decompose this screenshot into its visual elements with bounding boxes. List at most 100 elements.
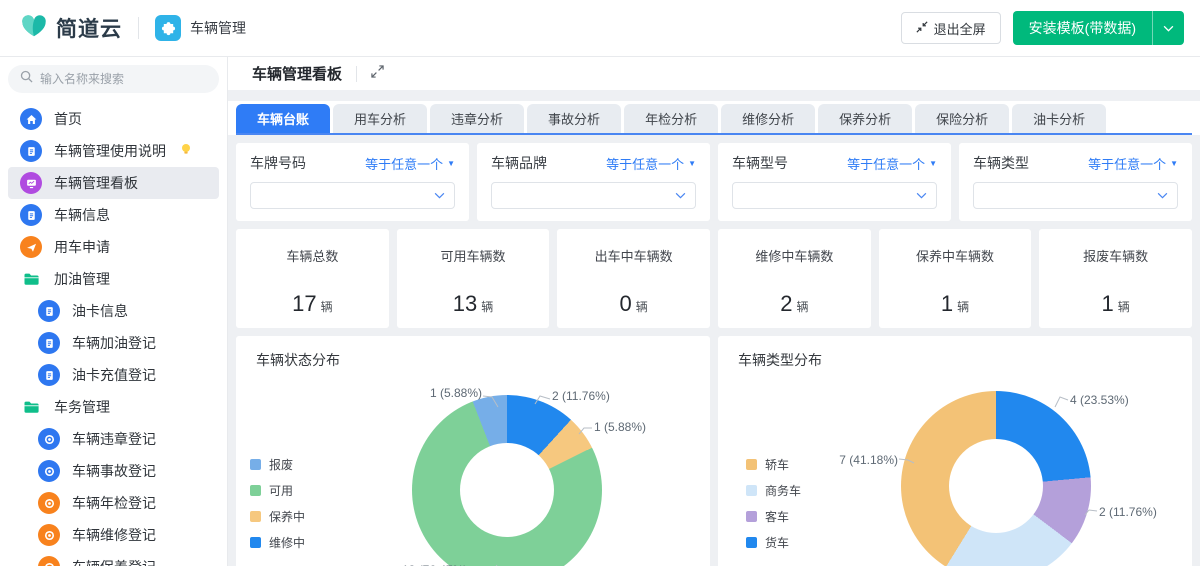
legend-swatch: [746, 485, 757, 496]
slice-label-scrapped: 1 (5.88%): [429, 386, 482, 400]
tab-repair-analysis[interactable]: 维修分析: [721, 104, 816, 133]
document-icon: [38, 332, 60, 354]
tab-accident-analysis[interactable]: 事故分析: [527, 104, 622, 133]
sidebar-item-dashboard[interactable]: 车辆管理看板: [8, 167, 219, 199]
filter-operator-dropdown[interactable]: 等于任意一个 ▼: [1088, 154, 1178, 173]
sidebar-group-label: 车务管理: [54, 399, 110, 415]
chevron-down-icon: [1163, 25, 1174, 32]
tab-insurance-analysis[interactable]: 保险分析: [915, 104, 1010, 133]
sidebar-item-accident-record[interactable]: 车辆事故登记: [8, 455, 219, 487]
title-divider: [356, 65, 358, 82]
donut-chart[interactable]: [901, 391, 1091, 566]
exit-fullscreen-button[interactable]: 退出全屏: [900, 12, 1001, 44]
sidebar-item-violation-record[interactable]: 车辆违章登记: [8, 423, 219, 455]
sidebar-item-repair-record[interactable]: 车辆维修登记: [8, 519, 219, 551]
stat-label: 报废车辆数: [1083, 249, 1149, 264]
filter-operator-dropdown[interactable]: 等于任意一个 ▼: [365, 154, 455, 173]
tab-usage-analysis[interactable]: 用车分析: [333, 104, 428, 133]
chevron-down-icon: [434, 192, 445, 199]
tab-maintenance-analysis[interactable]: 保养分析: [818, 104, 913, 133]
filter-operator-dropdown[interactable]: 等于任意一个 ▼: [847, 154, 937, 173]
dashboard-icon: [20, 172, 42, 194]
sidebar-item-refuel-record[interactable]: 车辆加油登记: [8, 327, 219, 359]
stat-value: 1: [940, 291, 954, 316]
sidebar-group-vehicle-affairs[interactable]: 车务管理: [8, 391, 219, 423]
sidebar: 首页 车辆管理使用说明 车辆管理看板 车辆信息 用车申请 加油: [0, 57, 228, 566]
search-icon: [20, 70, 33, 88]
chart-legend: 轿车 商务车 客车 货车: [746, 456, 801, 551]
legend-item[interactable]: 保养中: [250, 508, 305, 525]
triangle-down-icon: ▼: [1170, 158, 1178, 168]
stat-available-vehicles: 可用车辆数 13 辆: [396, 229, 550, 328]
stat-value: 13: [452, 291, 478, 316]
legend-swatch: [746, 537, 757, 548]
sidebar-item-usage-guide[interactable]: 车辆管理使用说明: [8, 135, 219, 167]
tabs-strip: 车辆台账 用车分析 违章分析 事故分析 年检分析 维修分析 保养分析 保险分析 …: [228, 101, 1200, 135]
sidebar-item-home[interactable]: 首页: [8, 103, 219, 135]
filter-label: 车牌号码: [250, 155, 306, 171]
search-input[interactable]: [40, 72, 190, 86]
chevron-down-icon: [1157, 192, 1168, 199]
slice-label-truck: 4 (23.53%): [1070, 393, 1129, 407]
legend-item[interactable]: 客车: [746, 508, 801, 525]
sidebar-item-fuel-card-recharge[interactable]: 油卡充值登记: [8, 359, 219, 391]
legend-swatch: [746, 459, 757, 470]
stat-unit: 辆: [796, 300, 809, 314]
filter-plate-number: 车牌号码 等于任意一个 ▼: [236, 143, 469, 221]
sidebar-item-label: 车辆年检登记: [72, 495, 156, 511]
legend-swatch: [250, 459, 261, 470]
tab-violation-analysis[interactable]: 违章分析: [430, 104, 525, 133]
legend-item[interactable]: 商务车: [746, 482, 801, 499]
exit-fullscreen-icon: [916, 20, 928, 36]
legend-item[interactable]: 货车: [746, 534, 801, 551]
filter-row: 车牌号码 等于任意一个 ▼ 车辆品牌 等于任意一个 ▼ 车辆型号 等于任意一个 …: [236, 143, 1192, 221]
legend-swatch: [250, 511, 261, 522]
legend-item[interactable]: 维修中: [250, 534, 305, 551]
donut-chart[interactable]: [412, 395, 602, 566]
document-icon: [20, 140, 42, 162]
legend-item[interactable]: 报废: [250, 456, 305, 473]
sidebar-item-label: 车辆加油登记: [72, 335, 156, 351]
legend-item[interactable]: 可用: [250, 482, 305, 499]
tab-vehicle-ledger[interactable]: 车辆台账: [236, 104, 331, 133]
app-window: 简道云 车辆管理 退出全屏 安装模板(带数据) 输入名称来搜索 首页 车辆管理使…: [0, 0, 1200, 566]
filter-select[interactable]: [491, 182, 696, 209]
legend-item[interactable]: 轿车: [746, 456, 801, 473]
paper-plane-icon: [20, 236, 42, 258]
stat-label: 出车中车辆数: [594, 249, 673, 264]
fullscreen-expand-icon[interactable]: [371, 64, 384, 83]
sidebar-item-inspection-record[interactable]: 车辆年检登记: [8, 487, 219, 519]
filter-select[interactable]: [250, 182, 455, 209]
legend-swatch: [250, 485, 261, 496]
tab-fuel-card-analysis[interactable]: 油卡分析: [1012, 104, 1107, 133]
sidebar-item-fuel-card-info[interactable]: 油卡信息: [8, 295, 219, 327]
sidebar-item-maintenance-record[interactable]: 车辆保养登记: [8, 551, 219, 566]
exit-fullscreen-label: 退出全屏: [933, 21, 986, 37]
sidebar-item-vehicle-info[interactable]: 车辆信息: [8, 199, 219, 231]
stat-value: 0: [619, 291, 632, 316]
install-template-button[interactable]: 安装模板(带数据): [1012, 11, 1152, 45]
stat-unit: 辆: [635, 300, 648, 314]
filter-model: 车辆型号 等于任意一个 ▼: [718, 143, 951, 221]
install-template-split-button: 安装模板(带数据): [1012, 11, 1184, 45]
stat-unit: 辆: [957, 300, 970, 314]
filter-select[interactable]: [973, 182, 1178, 209]
sidebar-item-label: 油卡信息: [72, 303, 128, 319]
stat-unit: 辆: [481, 300, 494, 314]
sidebar-item-car-request[interactable]: 用车申请: [8, 231, 219, 263]
folder-icon: [20, 396, 42, 418]
slice-label-bus: 2 (11.76%): [1099, 505, 1157, 519]
sidebar-group-fuel-management[interactable]: 加油管理: [8, 263, 219, 295]
filter-select[interactable]: [732, 182, 937, 209]
stat-label: 车辆总数: [286, 249, 339, 264]
sidebar-search[interactable]: [8, 65, 219, 93]
filter-operator-dropdown[interactable]: 等于任意一个 ▼: [606, 154, 696, 173]
tab-inspection-analysis[interactable]: 年检分析: [624, 104, 719, 133]
filter-label: 车辆类型: [973, 155, 1029, 171]
triangle-down-icon: ▼: [447, 158, 455, 168]
stat-value: 1: [1101, 291, 1114, 316]
app-entry[interactable]: 车辆管理: [155, 15, 246, 41]
brand-logo[interactable]: 简道云: [20, 13, 122, 43]
install-template-dropdown-button[interactable]: [1152, 11, 1184, 45]
jiandaoyun-logo-icon: [20, 13, 48, 43]
